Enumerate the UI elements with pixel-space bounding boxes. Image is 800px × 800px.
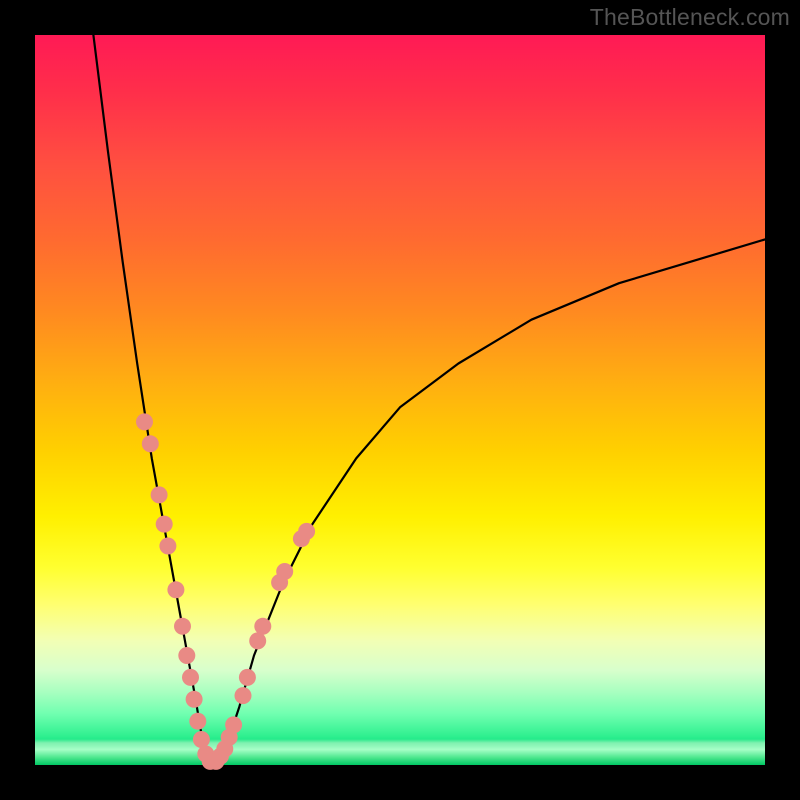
chart-svg [35, 35, 765, 765]
highlight-dot [189, 713, 206, 730]
plot-area [35, 35, 765, 765]
highlight-dot [225, 716, 242, 733]
watermark-label: TheBottleneck.com [590, 4, 790, 31]
highlight-dot [167, 581, 184, 598]
highlight-dot [174, 618, 191, 635]
highlight-dot [182, 669, 199, 686]
highlight-dot [193, 731, 210, 748]
highlight-dot [239, 669, 256, 686]
highlight-dot [178, 647, 195, 664]
highlight-dot [235, 687, 252, 704]
highlight-dot [151, 486, 168, 503]
highlight-dot [254, 618, 271, 635]
chart-frame: TheBottleneck.com [0, 0, 800, 800]
highlight-dot [142, 435, 159, 452]
highlight-dot [136, 413, 153, 430]
highlight-dot [249, 632, 266, 649]
highlight-dot [156, 516, 173, 533]
highlight-dots [136, 413, 315, 770]
highlight-dot [298, 523, 315, 540]
highlight-dot [276, 563, 293, 580]
highlight-dot [186, 691, 203, 708]
highlight-dot [159, 538, 176, 555]
